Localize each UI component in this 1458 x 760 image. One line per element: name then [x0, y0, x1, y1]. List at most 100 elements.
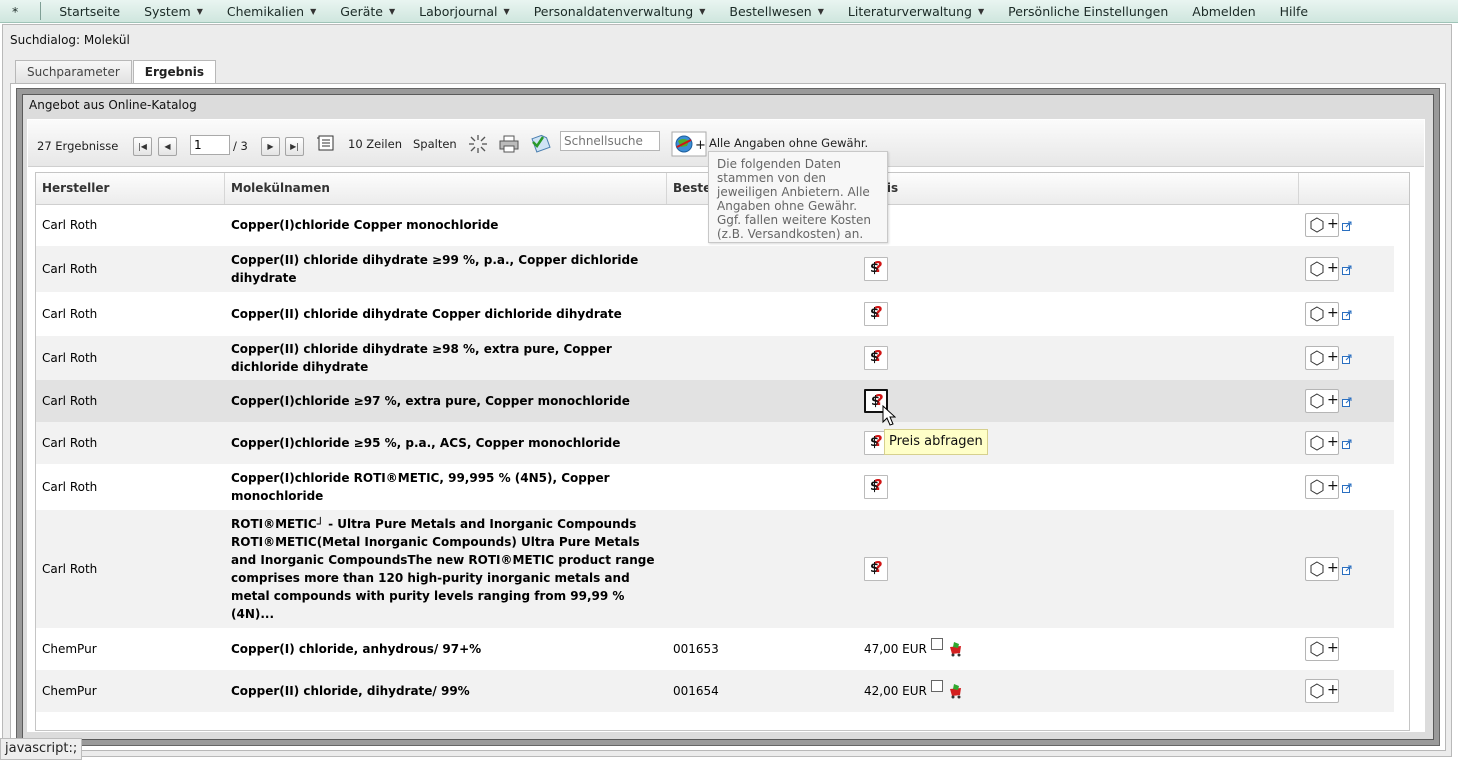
table-row[interactable]: ChemPur Copper(I) chloride, anhydrous/ 97… — [36, 628, 1394, 670]
external-link-icon[interactable] — [1342, 564, 1352, 575]
molecule-name-cell: ROTI®METIC┘ - Ultra Pure Metals and Inor… — [231, 517, 655, 621]
menu-literaturverwaltung[interactable]: Literaturverwaltung ▼ — [836, 0, 996, 22]
external-link-icon[interactable] — [1342, 220, 1352, 231]
menu-star[interactable]: * — [0, 0, 36, 22]
menu-startseite[interactable]: Startseite — [47, 0, 132, 22]
add-molecule-button[interactable]: + — [1305, 557, 1339, 581]
price-cell: 47,00 EUR — [858, 628, 1298, 670]
order-checkbox[interactable] — [930, 638, 943, 650]
question-icon: ? — [874, 558, 883, 576]
menu-abmelden[interactable]: Abmelden — [1180, 0, 1267, 22]
add-molecule-button[interactable]: + — [1305, 637, 1339, 661]
molecule-name-cell: Copper(II) chloride dihydrate ≥98 %, ext… — [231, 342, 612, 374]
menu-bestellwesen[interactable]: Bestellwesen ▼ — [717, 0, 836, 22]
menu-label: Startseite — [59, 3, 121, 19]
menu-persönliche-einstellungen[interactable]: Persönliche Einstellungen — [996, 0, 1180, 22]
first-page-button[interactable]: |◀ — [133, 137, 152, 156]
add-molecule-button[interactable]: + — [1305, 257, 1339, 281]
cart-icon[interactable] — [948, 683, 964, 702]
price-request-button[interactable]: $? — [864, 346, 888, 370]
reset-icon[interactable] — [468, 134, 488, 157]
plus-icon: + — [1327, 434, 1339, 450]
manufacturer-cell: Carl Roth — [42, 218, 98, 232]
question-icon: ? — [874, 347, 883, 365]
col-hersteller[interactable]: Hersteller — [36, 173, 225, 204]
col-preis[interactable]: Preis — [858, 173, 1299, 204]
price-request-button[interactable]: $? — [864, 557, 888, 581]
external-link-icon[interactable] — [1342, 482, 1352, 493]
external-link-icon[interactable] — [1342, 438, 1352, 449]
menu-geräte[interactable]: Geräte ▼ — [328, 0, 407, 22]
manufacturer-cell: Carl Roth — [42, 480, 98, 494]
add-molecule-button[interactable]: + — [1305, 346, 1339, 370]
add-molecule-button[interactable]: + — [1305, 389, 1339, 413]
menu-label: Literaturverwaltung — [847, 3, 972, 19]
order-number-cell — [667, 336, 857, 380]
table-row[interactable]: Carl Roth Copper(II) chloride dihydrate ≥… — [36, 246, 1394, 292]
next-page-button[interactable]: ▶ — [261, 137, 280, 156]
columns-button[interactable]: Spalten — [413, 137, 457, 151]
add-molecule-button[interactable]: + — [1305, 302, 1339, 326]
rows-icon[interactable] — [317, 134, 335, 155]
menu-label: Chemikalien — [226, 3, 305, 19]
external-link-icon[interactable] — [1342, 353, 1352, 364]
last-page-button[interactable]: ▶| — [285, 137, 304, 156]
price-request-button[interactable]: $? — [864, 302, 888, 326]
add-molecule-button[interactable]: + — [1305, 679, 1339, 703]
actions-cell: + — [1299, 628, 1394, 670]
price-request-button[interactable]: $? — [864, 257, 888, 281]
table-row[interactable]: Carl Roth Copper(II) chloride dihydrate ≥… — [36, 336, 1394, 380]
order-checkbox[interactable] — [930, 680, 943, 692]
chevron-down-icon: ▼ — [389, 6, 396, 16]
add-molecule-button[interactable]: + — [1305, 213, 1339, 237]
menu-label: Personaldatenverwaltung — [533, 3, 694, 19]
catalog-add-icon[interactable]: + — [671, 131, 707, 160]
chevron-down-icon: ▼ — [817, 6, 824, 16]
quick-search-input[interactable] — [560, 131, 660, 151]
prev-page-button[interactable]: ◀ — [158, 137, 177, 156]
table-row[interactable]: Carl Roth Copper(I)chloride ≥97 %, extra … — [36, 380, 1394, 422]
col-molekuelnamen[interactable]: Molekülnamen — [225, 173, 667, 204]
menu-laborjournal[interactable]: Laborjournal ▼ — [407, 0, 522, 22]
price-cell: $? — [858, 204, 1298, 246]
plus-icon: + — [1327, 560, 1339, 576]
table-row[interactable]: Carl Roth Copper(I)chloride ≥95 %, p.a., … — [36, 422, 1394, 464]
tab-suchparameter[interactable]: Suchparameter — [15, 60, 132, 83]
chevron-down-icon: ▼ — [196, 6, 203, 16]
table-row[interactable]: ChemPur Copper(II) chloride, dihydrate/ 9… — [36, 670, 1394, 712]
actions-cell: + — [1299, 510, 1394, 628]
molecule-name-cell: Copper(II) chloride, dihydrate/ 99% — [231, 684, 470, 698]
manufacturer-cell: Carl Roth — [42, 262, 98, 276]
disclaimer-text: Alle Angaben ohne Gewähr. — [709, 136, 869, 150]
menu-system[interactable]: System ▼ — [132, 0, 215, 22]
manufacturer-cell: ChemPur — [42, 642, 97, 656]
price-cell: $? — [858, 292, 1298, 336]
menu-chemikalien[interactable]: Chemikalien ▼ — [215, 0, 328, 22]
molecule-name-cell: Copper(I) chloride, anhydrous/ 97+% — [231, 642, 482, 656]
chevron-down-icon: ▼ — [977, 6, 985, 16]
page-input[interactable] — [190, 135, 230, 155]
table-row[interactable]: Carl Roth ROTI®METIC┘ - Ultra Pure Metals… — [36, 510, 1394, 628]
order-number-cell — [667, 464, 857, 510]
catalog-title: Angebot aus Online-Katalog — [29, 98, 197, 112]
price-request-button[interactable]: $? — [864, 475, 888, 499]
status-bar: javascript:; — [0, 738, 83, 760]
menu-hilfe[interactable]: Hilfe — [1268, 0, 1320, 22]
rows-per-page[interactable]: 10 Zeilen — [348, 137, 402, 151]
external-link-icon[interactable] — [1342, 396, 1352, 407]
add-molecule-button[interactable]: + — [1305, 475, 1339, 499]
chevron-down-icon: ▼ — [503, 6, 510, 16]
tab-ergebnis[interactable]: Ergebnis — [132, 60, 217, 84]
menu-personaldatenverwaltung[interactable]: Personaldatenverwaltung ▼ — [522, 0, 718, 22]
export-icon[interactable] — [530, 133, 552, 156]
add-molecule-button[interactable]: + — [1305, 431, 1339, 455]
cart-icon[interactable] — [948, 641, 964, 660]
print-icon[interactable] — [499, 135, 519, 156]
external-link-icon[interactable] — [1342, 309, 1352, 320]
results-grid: Hersteller Molekülnamen Beste Preis Carl… — [35, 172, 1410, 731]
external-link-icon[interactable] — [1342, 264, 1352, 275]
table-row[interactable]: Carl Roth Copper(II) chloride dihydrate C… — [36, 292, 1394, 336]
plus-icon: + — [1327, 349, 1339, 365]
table-row[interactable]: Carl Roth Copper(I)chloride ROTI®METIC, 9… — [36, 464, 1394, 510]
plus-icon: + — [1327, 640, 1339, 656]
